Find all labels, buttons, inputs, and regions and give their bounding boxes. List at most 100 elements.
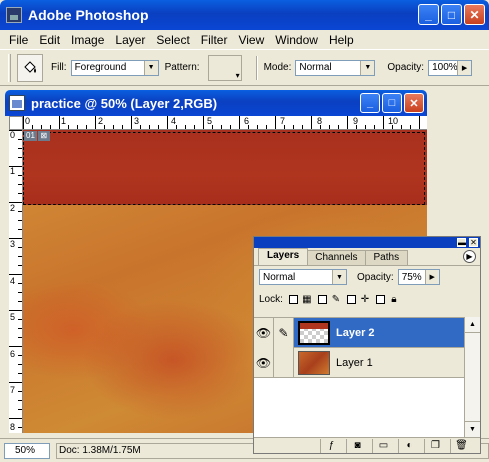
document-titlebar[interactable]: practice @ 50% (Layer 2,RGB) _ □ ✕ <box>5 90 427 116</box>
tab-channels[interactable]: Channels <box>306 250 367 265</box>
tab-layers[interactable]: Layers <box>258 248 309 265</box>
ruler-tick <box>9 166 22 167</box>
slice-icon: ⊠ <box>37 131 50 141</box>
ruler-tick <box>18 391 22 392</box>
layer-list-scrollbar[interactable]: ▲ ▼ <box>464 317 480 437</box>
app-window-controls: _ □ ✕ <box>418 4 485 25</box>
new-layer-icon[interactable]: ❐ <box>424 438 446 453</box>
menu-filter[interactable]: Filter <box>196 33 234 47</box>
menu-window[interactable]: Window <box>270 33 324 47</box>
doc-maximize-button[interactable]: □ <box>382 93 402 113</box>
link-slot[interactable] <box>274 347 294 378</box>
app-titlebar: Adobe Photoshop _ □ ✕ <box>0 0 489 30</box>
ruler-tick <box>194 125 195 129</box>
zoom-field[interactable]: 50% <box>4 442 50 459</box>
lock-image-checkbox[interactable] <box>317 294 327 304</box>
palette-menu-arrow-icon[interactable]: ▶ <box>463 250 476 263</box>
ruler-tick <box>18 292 22 293</box>
layer-style-icon[interactable]: ƒ <box>320 438 342 453</box>
scroll-up-icon[interactable]: ▲ <box>465 317 480 333</box>
ruler-origin[interactable] <box>9 116 23 130</box>
palette-close-button[interactable]: ✕ <box>469 238 478 247</box>
ruler-tick <box>9 238 22 239</box>
trash-icon[interactable]: 🗑︎ <box>450 438 472 453</box>
ruler-tick <box>18 139 22 140</box>
lock-transparency-checkbox[interactable] <box>288 294 298 304</box>
photoshop-logo-icon <box>6 7 22 23</box>
horizontal-ruler[interactable]: 0 1 2 3 4 5 6 7 8 9 10 <box>23 116 427 130</box>
ruler-label: 5 <box>10 312 16 322</box>
mode-select[interactable]: Normal ▼ <box>295 59 376 76</box>
opacity-label: Opacity: <box>387 62 425 73</box>
ruler-label: 2 <box>10 203 16 213</box>
ruler-tick <box>230 125 231 129</box>
blend-mode-select[interactable]: Normal ▼ <box>259 269 347 285</box>
ruler-tick <box>18 157 22 158</box>
selection-marquee[interactable] <box>23 132 425 205</box>
layer-row[interactable]: 👁︎ ✎ Layer 2 <box>254 317 464 348</box>
menu-file[interactable]: File <box>4 33 34 47</box>
ruler-tick <box>131 116 132 129</box>
ruler-tick <box>18 355 22 356</box>
ruler-tick <box>41 125 42 129</box>
ruler-tick <box>347 116 348 129</box>
menu-image[interactable]: Image <box>66 33 110 47</box>
eye-icon[interactable]: 👁︎ <box>254 347 274 378</box>
ruler-tick <box>23 116 24 129</box>
lock-all-checkbox[interactable] <box>375 294 385 304</box>
maximize-button[interactable]: □ <box>441 4 462 25</box>
chevron-down-icon: ▼ <box>360 60 375 75</box>
opacity-value: 100% <box>432 62 458 73</box>
ruler-label: 2 <box>98 116 104 126</box>
vertical-ruler[interactable]: 0 1 2 3 4 5 6 7 8 <box>9 130 23 433</box>
brush-icon[interactable]: ✎ <box>274 317 294 348</box>
options-bar-grip[interactable] <box>8 53 11 82</box>
ruler-tick <box>18 229 22 230</box>
layer-mask-icon[interactable]: ◙ <box>346 438 368 453</box>
menu-select[interactable]: Select <box>151 33 195 47</box>
opacity-field[interactable]: 100% ▶ <box>428 59 473 76</box>
doc-close-button[interactable]: ✕ <box>404 93 424 113</box>
ruler-tick <box>18 427 22 428</box>
ruler-label: 6 <box>10 349 16 359</box>
ruler-tick <box>18 364 22 365</box>
ruler-tick <box>122 125 123 129</box>
ruler-label: 4 <box>10 276 16 286</box>
ruler-tick <box>212 125 213 129</box>
transparency-icon: ▦ <box>302 293 312 305</box>
menu-help[interactable]: Help <box>324 33 360 47</box>
layer-opacity-label: Opacity: <box>357 271 394 283</box>
menu-layer[interactable]: Layer <box>110 33 151 47</box>
chevron-right-icon[interactable]: ▶ <box>457 60 472 75</box>
adjustment-layer-icon[interactable]: ◐ <box>398 438 420 453</box>
ruler-tick <box>401 125 402 129</box>
close-button[interactable]: ✕ <box>464 4 485 25</box>
ruler-tick <box>167 116 168 129</box>
ruler-tick <box>221 125 222 129</box>
new-set-icon[interactable]: ▭ <box>372 438 394 453</box>
slice-badge: 01 ⊠ <box>24 131 50 141</box>
palette-titlebar[interactable]: ▬ ✕ <box>254 237 480 248</box>
ruler-tick <box>9 382 22 383</box>
chevron-right-icon[interactable]: ▶ <box>424 270 439 284</box>
palette-minimize-button[interactable]: ▬ <box>457 238 466 247</box>
tab-paths[interactable]: Paths <box>364 250 409 265</box>
pattern-picker[interactable] <box>207 54 242 81</box>
menu-view[interactable]: View <box>233 33 270 47</box>
ruler-tick <box>149 125 150 129</box>
scroll-down-icon[interactable]: ▼ <box>465 421 480 437</box>
ruler-tick <box>365 125 366 129</box>
options-bar: Fill: Foreground ▼ Pattern: Mode: Normal… <box>0 49 489 86</box>
fill-select[interactable]: Foreground ▼ <box>70 59 159 76</box>
slice-number: 01 <box>24 131 37 141</box>
layer-opacity-field[interactable]: 75% ▶ <box>397 269 440 285</box>
eye-icon[interactable]: 👁︎ <box>254 317 274 348</box>
ruler-tick <box>293 125 294 129</box>
menu-edit[interactable]: Edit <box>34 33 66 47</box>
paint-bucket-icon[interactable] <box>17 53 43 82</box>
doc-minimize-button[interactable]: _ <box>360 93 380 113</box>
layer-row[interactable]: 👁︎ Layer 1 <box>254 347 464 378</box>
lock-position-checkbox[interactable] <box>346 294 356 304</box>
minimize-button[interactable]: _ <box>418 4 439 25</box>
ruler-label: 0 <box>25 116 31 126</box>
